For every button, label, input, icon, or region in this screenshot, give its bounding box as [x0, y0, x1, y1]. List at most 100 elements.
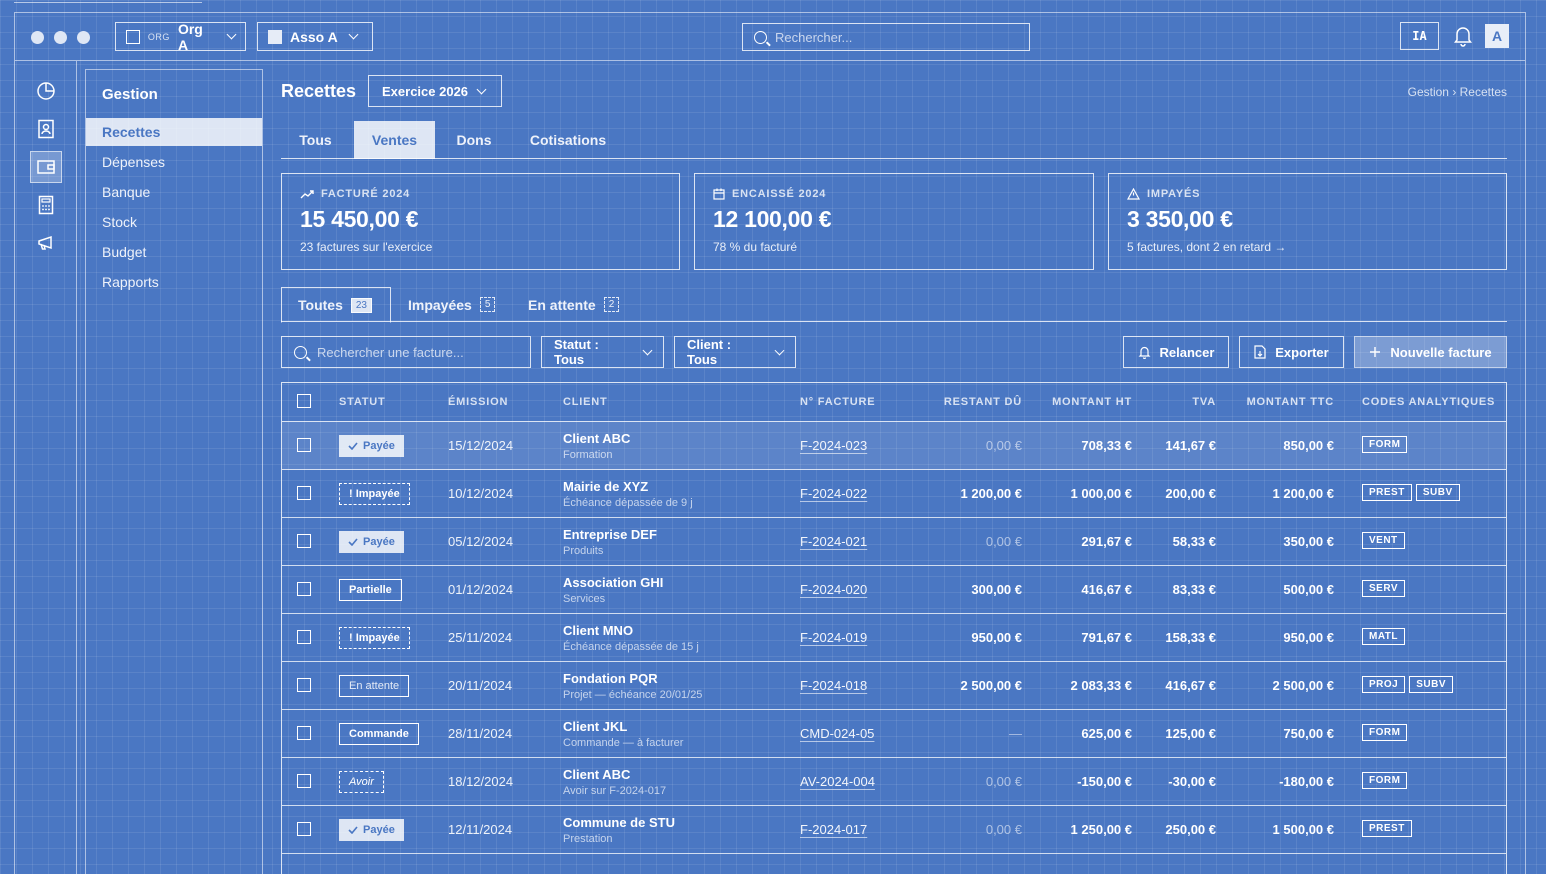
row-checkbox[interactable] — [297, 822, 311, 836]
tab-tous[interactable]: Tous — [281, 121, 350, 159]
invoice-number-link[interactable]: F-2024-019 — [800, 630, 867, 645]
invoice-number-link[interactable]: F-2024-018 — [800, 678, 867, 693]
count-badge: 23 — [350, 297, 372, 313]
contacts-icon[interactable] — [30, 113, 62, 145]
analytic-code-tag[interactable]: SUBV — [1415, 484, 1460, 501]
row-checkbox[interactable] — [297, 774, 311, 788]
sidebar-item-stock[interactable]: Stock — [86, 208, 262, 236]
invoice-search-input[interactable]: Rechercher une facture... — [281, 336, 531, 368]
pie-chart-icon[interactable] — [30, 75, 62, 107]
col-tva[interactable]: TVA — [1192, 396, 1216, 408]
asso-selector[interactable]: Asso A — [257, 22, 373, 51]
col-statut[interactable]: STATUT — [339, 396, 386, 408]
table-row[interactable]: En attente 20/11/2024 Fondation PQR Projet … — [282, 662, 1506, 710]
invoice-number-link[interactable]: F-2024-022 — [800, 486, 867, 501]
invoice-number-link[interactable]: F-2024-017 — [800, 822, 867, 837]
subtab-toutes[interactable]: Toutes 23 — [281, 287, 391, 323]
row-checkbox[interactable] — [297, 438, 311, 452]
amount-ttc: -180,00 € — [1279, 774, 1334, 789]
status-label: En attente — [349, 680, 400, 692]
analytic-code-tag[interactable]: VENT — [1362, 532, 1405, 549]
sidebar-item-banque[interactable]: Banque — [86, 178, 262, 206]
analytic-code-tag[interactable]: PROJ — [1362, 676, 1406, 693]
analytic-code-tag[interactable]: PREST — [1362, 820, 1412, 837]
global-search-input[interactable]: Rechercher... — [742, 23, 1030, 51]
col-montant-ht[interactable]: MONTANT HT — [1052, 396, 1132, 408]
table-row[interactable]: Payée 12/11/2024 Commune de STU Prestation F… — [282, 806, 1506, 854]
avatar[interactable]: A — [1485, 24, 1509, 48]
org-name: Org A — [177, 20, 203, 53]
status-filter[interactable]: Statut : Tous — [541, 336, 664, 368]
col-client[interactable]: CLIENT — [563, 396, 608, 408]
subtab-impayees[interactable]: Impayées 5 — [392, 287, 511, 322]
table-row[interactable]: Commande 28/11/2024 Client JKL Commande — à… — [282, 710, 1506, 758]
col-montant-ttc[interactable]: MONTANT TTC — [1247, 396, 1334, 408]
kpi-card-facture: FACTURÉ 2024 15 450,00 € 23 factures sur… — [281, 173, 680, 270]
analytic-code-tag[interactable]: MATL — [1362, 628, 1406, 645]
table-row[interactable]: ! Impayée 10/12/2024 Mairie de XYZ Échéance… — [282, 470, 1506, 518]
table-row[interactable]: ! Impayée 25/11/2024 Client MNO Échéance dé… — [282, 614, 1506, 662]
client-name: Client ABC — [563, 767, 631, 782]
table-row[interactable]: Avoir 18/12/2024 Client ABC Avoir sur F-202… — [282, 758, 1506, 806]
table-row[interactable]: Payée 15/12/2024 Client ABC Formation F-2024… — [282, 422, 1506, 470]
row-checkbox[interactable] — [297, 630, 311, 644]
new-invoice-button[interactable]: Nouvelle facture — [1354, 336, 1507, 368]
tab-cotisations[interactable]: Cotisations — [521, 121, 615, 159]
sidebar-item-recettes[interactable]: Recettes — [86, 118, 262, 146]
main-tabs: Tous Ventes Dons Cotisations — [281, 121, 1507, 159]
row-checkbox[interactable] — [297, 678, 311, 692]
col-emission[interactable]: ÉMISSION — [448, 396, 508, 408]
select-all-checkbox[interactable] — [297, 394, 311, 408]
client-name: Fondation PQR — [563, 671, 658, 686]
exercice-selector[interactable]: Exercice 2026 — [368, 75, 502, 107]
client-subtitle: Échéance dépassée de 15 j — [563, 641, 699, 653]
row-checkbox[interactable] — [297, 534, 311, 548]
export-button[interactable]: Exporter — [1239, 336, 1344, 368]
check-icon — [348, 826, 358, 834]
sidebar-item-rapports[interactable]: Rapports — [86, 268, 262, 296]
client-name: Entreprise DEF — [563, 527, 657, 542]
analytic-code-tag[interactable]: PREST — [1362, 484, 1412, 501]
invoice-number-link[interactable]: F-2024-020 — [800, 582, 867, 597]
kpi-sub-link[interactable]: 5 factures, dont 2 en retard → — [1127, 240, 1488, 254]
row-checkbox[interactable] — [297, 582, 311, 596]
window-minimize-dot[interactable] — [54, 31, 67, 44]
kpi-card-impayes[interactable]: IMPAYÉS 3 350,00 € 5 factures, dont 2 en… — [1108, 173, 1507, 270]
analytic-code-tag[interactable]: SUBV — [1409, 676, 1454, 693]
trend-icon — [300, 190, 314, 199]
window-close-dot[interactable] — [31, 31, 44, 44]
sidebar-item-depenses[interactable]: Dépenses — [86, 148, 262, 176]
analytic-code-tag[interactable]: SERV — [1362, 580, 1406, 597]
table-row[interactable]: Payée 05/12/2024 Entreprise DEF Produits F-2… — [282, 518, 1506, 566]
analytic-code-tag[interactable]: FORM — [1362, 724, 1408, 741]
calculator-icon[interactable] — [30, 189, 62, 221]
col-restant-du[interactable]: RESTANT DÛ — [944, 396, 1022, 408]
invoice-number-link[interactable]: AV-2024-004 — [800, 774, 875, 789]
org-selector[interactable]: ORG Org A — [115, 20, 246, 53]
row-checkbox[interactable] — [297, 726, 311, 740]
subtab-en-attente[interactable]: En attente 2 — [512, 287, 635, 322]
bell-icon[interactable] — [1453, 25, 1473, 47]
window-maximize-dot[interactable] — [77, 31, 90, 44]
megaphone-icon[interactable] — [30, 227, 62, 259]
row-checkbox[interactable] — [297, 486, 311, 500]
ia-button[interactable]: IA — [1400, 22, 1439, 50]
invoice-number-link[interactable]: F-2024-021 — [800, 534, 867, 549]
client-subtitle: Commande — à facturer — [563, 737, 684, 749]
table-row[interactable]: Partielle 01/12/2024 Association GHI Servic… — [282, 566, 1506, 614]
tab-dons[interactable]: Dons — [444, 121, 504, 159]
invoice-number-link[interactable]: F-2024-023 — [800, 438, 867, 453]
tab-ventes[interactable]: Ventes — [354, 121, 435, 159]
remind-button[interactable]: Relancer — [1123, 336, 1229, 368]
invoice-number-link[interactable]: CMD-024-05 — [800, 726, 874, 741]
analytic-code-tag[interactable]: FORM — [1362, 436, 1408, 453]
amount-due: 1 200,00 € — [960, 486, 1022, 501]
wallet-icon[interactable] — [30, 151, 62, 183]
col-numero[interactable]: N° FACTURE — [800, 396, 875, 408]
analytic-code-tag[interactable]: FORM — [1362, 772, 1408, 789]
client-name: Commune de STU — [563, 815, 675, 830]
icon-rail — [15, 61, 77, 874]
client-filter[interactable]: Client : Tous — [674, 336, 796, 368]
sidebar-item-budget[interactable]: Budget — [86, 238, 262, 266]
amount-tva: -30,00 € — [1168, 774, 1216, 789]
